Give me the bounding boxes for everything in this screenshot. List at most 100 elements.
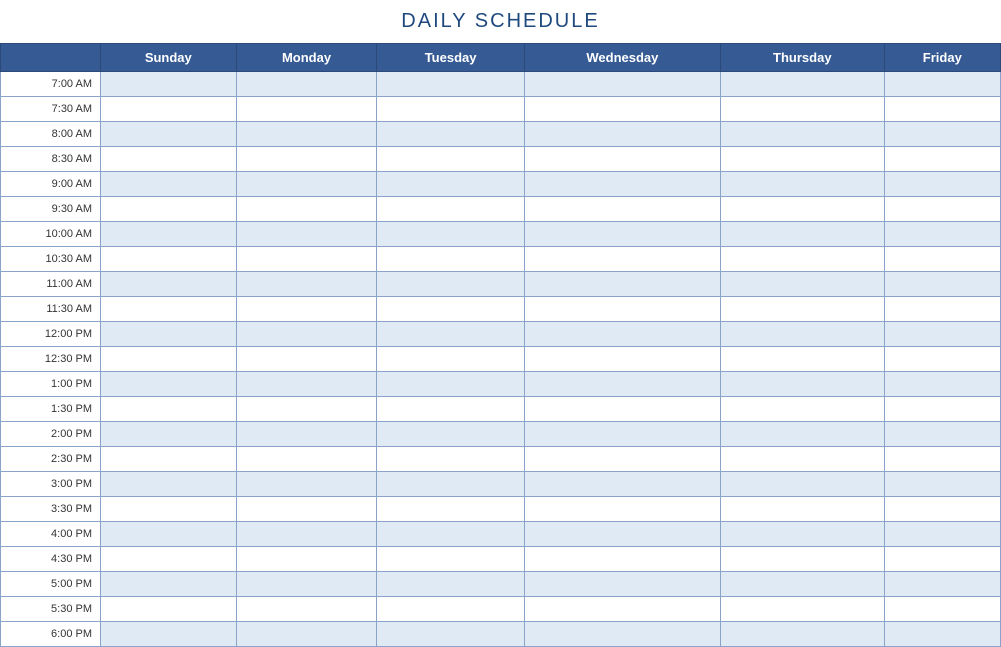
schedule-cell[interactable] <box>721 247 885 272</box>
schedule-cell[interactable] <box>884 497 1000 522</box>
schedule-cell[interactable] <box>721 547 885 572</box>
schedule-cell[interactable] <box>524 122 720 147</box>
schedule-cell[interactable] <box>884 547 1000 572</box>
schedule-cell[interactable] <box>101 572 237 597</box>
schedule-cell[interactable] <box>236 172 377 197</box>
schedule-cell[interactable] <box>236 372 377 397</box>
schedule-cell[interactable] <box>524 622 720 647</box>
schedule-cell[interactable] <box>524 497 720 522</box>
schedule-cell[interactable] <box>721 222 885 247</box>
schedule-cell[interactable] <box>101 122 237 147</box>
schedule-cell[interactable] <box>524 297 720 322</box>
schedule-cell[interactable] <box>884 297 1000 322</box>
schedule-cell[interactable] <box>524 447 720 472</box>
schedule-cell[interactable] <box>236 572 377 597</box>
schedule-cell[interactable] <box>884 372 1000 397</box>
schedule-cell[interactable] <box>236 522 377 547</box>
schedule-cell[interactable] <box>721 72 885 97</box>
schedule-cell[interactable] <box>524 172 720 197</box>
schedule-cell[interactable] <box>721 597 885 622</box>
schedule-cell[interactable] <box>524 597 720 622</box>
schedule-cell[interactable] <box>721 372 885 397</box>
schedule-cell[interactable] <box>884 622 1000 647</box>
schedule-cell[interactable] <box>377 497 524 522</box>
schedule-cell[interactable] <box>524 72 720 97</box>
schedule-cell[interactable] <box>377 222 524 247</box>
schedule-cell[interactable] <box>721 297 885 322</box>
schedule-cell[interactable] <box>524 547 720 572</box>
schedule-cell[interactable] <box>884 397 1000 422</box>
schedule-cell[interactable] <box>884 222 1000 247</box>
schedule-cell[interactable] <box>236 72 377 97</box>
schedule-cell[interactable] <box>884 322 1000 347</box>
schedule-cell[interactable] <box>236 322 377 347</box>
schedule-cell[interactable] <box>101 347 237 372</box>
schedule-cell[interactable] <box>101 422 237 447</box>
schedule-cell[interactable] <box>101 147 237 172</box>
schedule-cell[interactable] <box>524 397 720 422</box>
schedule-cell[interactable] <box>101 447 237 472</box>
schedule-cell[interactable] <box>236 197 377 222</box>
schedule-cell[interactable] <box>101 547 237 572</box>
schedule-cell[interactable] <box>236 347 377 372</box>
schedule-cell[interactable] <box>524 422 720 447</box>
schedule-cell[interactable] <box>377 172 524 197</box>
schedule-cell[interactable] <box>236 222 377 247</box>
schedule-cell[interactable] <box>524 472 720 497</box>
schedule-cell[interactable] <box>101 397 237 422</box>
schedule-cell[interactable] <box>884 447 1000 472</box>
schedule-cell[interactable] <box>236 397 377 422</box>
schedule-cell[interactable] <box>377 422 524 447</box>
schedule-cell[interactable] <box>884 147 1000 172</box>
schedule-cell[interactable] <box>101 522 237 547</box>
schedule-cell[interactable] <box>377 522 524 547</box>
schedule-cell[interactable] <box>884 347 1000 372</box>
schedule-cell[interactable] <box>377 247 524 272</box>
schedule-cell[interactable] <box>884 572 1000 597</box>
schedule-cell[interactable] <box>377 297 524 322</box>
schedule-cell[interactable] <box>377 97 524 122</box>
schedule-cell[interactable] <box>377 547 524 572</box>
schedule-cell[interactable] <box>377 622 524 647</box>
schedule-cell[interactable] <box>377 147 524 172</box>
schedule-cell[interactable] <box>524 197 720 222</box>
schedule-cell[interactable] <box>524 272 720 297</box>
schedule-cell[interactable] <box>377 272 524 297</box>
schedule-cell[interactable] <box>377 322 524 347</box>
schedule-cell[interactable] <box>721 622 885 647</box>
schedule-cell[interactable] <box>721 147 885 172</box>
schedule-cell[interactable] <box>236 597 377 622</box>
schedule-cell[interactable] <box>236 97 377 122</box>
schedule-cell[interactable] <box>236 547 377 572</box>
schedule-cell[interactable] <box>721 347 885 372</box>
schedule-cell[interactable] <box>884 97 1000 122</box>
schedule-cell[interactable] <box>884 122 1000 147</box>
schedule-cell[interactable] <box>236 472 377 497</box>
schedule-cell[interactable] <box>101 597 237 622</box>
schedule-cell[interactable] <box>721 197 885 222</box>
schedule-cell[interactable] <box>524 347 720 372</box>
schedule-cell[interactable] <box>721 397 885 422</box>
schedule-cell[interactable] <box>524 222 720 247</box>
schedule-cell[interactable] <box>884 172 1000 197</box>
schedule-cell[interactable] <box>721 172 885 197</box>
schedule-cell[interactable] <box>377 472 524 497</box>
schedule-cell[interactable] <box>524 322 720 347</box>
schedule-cell[interactable] <box>236 447 377 472</box>
schedule-cell[interactable] <box>101 297 237 322</box>
schedule-cell[interactable] <box>377 197 524 222</box>
schedule-cell[interactable] <box>101 197 237 222</box>
schedule-cell[interactable] <box>236 147 377 172</box>
schedule-cell[interactable] <box>236 297 377 322</box>
schedule-cell[interactable] <box>884 247 1000 272</box>
schedule-cell[interactable] <box>236 272 377 297</box>
schedule-cell[interactable] <box>884 197 1000 222</box>
schedule-cell[interactable] <box>236 422 377 447</box>
schedule-cell[interactable] <box>884 272 1000 297</box>
schedule-cell[interactable] <box>377 597 524 622</box>
schedule-cell[interactable] <box>377 347 524 372</box>
schedule-cell[interactable] <box>524 97 720 122</box>
schedule-cell[interactable] <box>721 447 885 472</box>
schedule-cell[interactable] <box>101 622 237 647</box>
schedule-cell[interactable] <box>101 97 237 122</box>
